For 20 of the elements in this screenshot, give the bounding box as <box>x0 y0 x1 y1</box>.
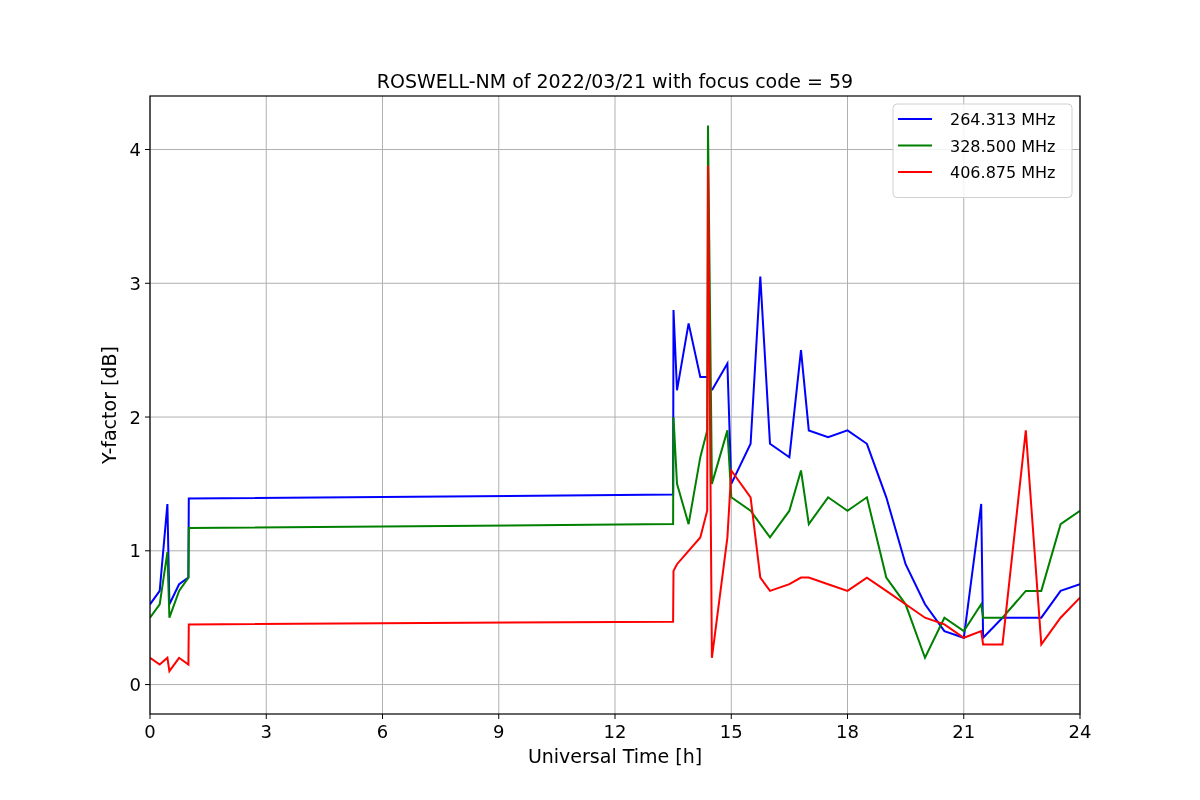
x-tick-label: 21 <box>952 721 976 742</box>
x-tick-label: 6 <box>376 721 389 742</box>
x-tick-label: 3 <box>260 721 272 742</box>
y-tick-label: 0 <box>129 674 141 696</box>
y-tick-label: 1 <box>129 540 141 562</box>
legend-label: 264.313 MHz <box>950 110 1056 129</box>
y-axis-label: Y-factor [dB] <box>98 346 120 464</box>
legend-label: 406.875 MHz <box>950 163 1056 182</box>
legend-label: 328.500 MHz <box>950 136 1056 156</box>
chart-title: ROSWELL-NM of 2022/03/21 with focus code = 59 <box>376 70 854 92</box>
y-tick-label: 4 <box>129 139 141 160</box>
x-tick-label: 0 <box>144 721 156 742</box>
y-tick-label: 2 <box>129 406 141 428</box>
x-tick-label: 9 <box>493 721 505 742</box>
x-tick-label: 24 <box>1068 721 1092 742</box>
y-tick-label: 3 <box>129 272 141 294</box>
x-tick-label: 15 <box>719 721 743 742</box>
x-axis-label: Universal Time [h] <box>527 745 703 767</box>
x-tick-label: 12 <box>603 721 627 742</box>
x-tick-label: 18 <box>836 721 859 742</box>
